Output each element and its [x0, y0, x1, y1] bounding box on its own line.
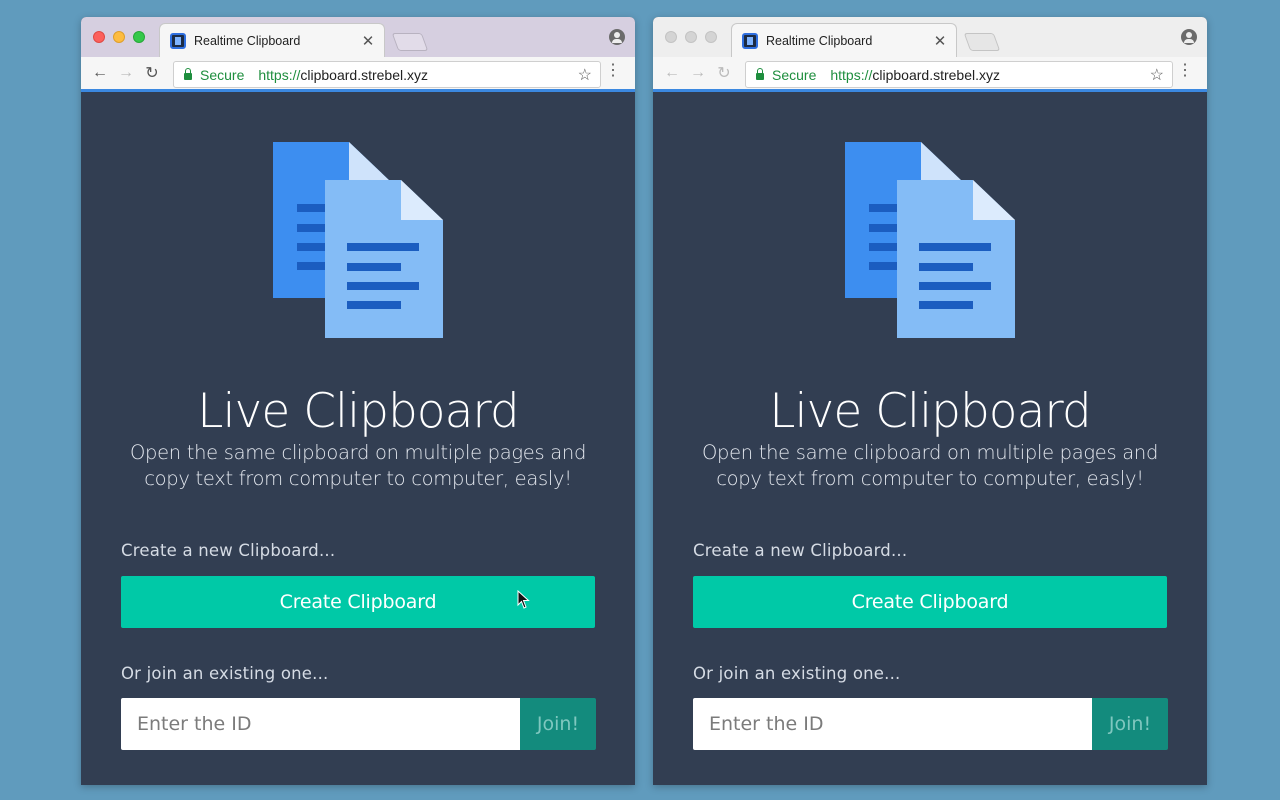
- profile-icon[interactable]: [609, 29, 625, 45]
- forward-arrow-icon[interactable]: →: [685, 64, 711, 82]
- profile-icon[interactable]: [1181, 29, 1197, 45]
- mouse-cursor-icon: [517, 590, 530, 609]
- page-title: Live Clipboard: [769, 384, 1091, 439]
- url-host: clipboard.strebel.xyz: [300, 66, 429, 83]
- back-arrow-icon[interactable]: ←: [659, 64, 685, 82]
- join-button[interactable]: Join!: [520, 698, 596, 750]
- join-label: Or join an existing one...: [121, 664, 329, 683]
- create-label: Create a new Clipboard...: [693, 541, 908, 560]
- page-subtitle: Open the same clipboard on multiple page…: [129, 441, 587, 490]
- lock-icon: [184, 68, 192, 80]
- close-icon[interactable]: ✕: [358, 32, 378, 50]
- browser-tab[interactable]: Realtime Clipboard ✕: [731, 23, 957, 57]
- clipboard-favicon-icon: [170, 32, 186, 49]
- new-tab-button[interactable]: [391, 33, 429, 51]
- browser-window-right: Realtime Clipboard ✕ ← → ↻ Secure https:…: [653, 17, 1207, 785]
- title-bar: Realtime Clipboard ✕: [653, 17, 1207, 57]
- reload-icon[interactable]: ↻: [139, 63, 165, 83]
- browser-window-left: Realtime Clipboard ✕ ← → ↻ Secure https:…: [81, 17, 635, 785]
- secure-label: Secure: [200, 66, 245, 83]
- browser-toolbar: ← → ↻ Secure https:// clipboard.strebel.…: [653, 57, 1207, 92]
- new-tab-button[interactable]: [963, 33, 1001, 51]
- documents-icon: [845, 142, 1015, 338]
- secure-label: Secure: [772, 66, 817, 83]
- tab-title: Realtime Clipboard: [194, 33, 301, 48]
- minimize-window-button[interactable]: [685, 31, 697, 43]
- window-controls: [93, 31, 145, 43]
- maximize-window-button[interactable]: [705, 31, 717, 43]
- close-window-button[interactable]: [93, 31, 105, 43]
- address-bar[interactable]: Secure https:// clipboard.strebel.xyz ☆: [173, 61, 601, 88]
- clipboard-favicon-icon: [742, 32, 758, 49]
- page-content: Live Clipboard Open the same clipboard o…: [653, 92, 1207, 785]
- url-scheme: https://: [258, 66, 301, 83]
- forward-arrow-icon[interactable]: →: [113, 64, 139, 82]
- browser-tab[interactable]: Realtime Clipboard ✕: [159, 23, 385, 57]
- clipboard-id-input[interactable]: [693, 698, 1092, 750]
- page-content: Live Clipboard Open the same clipboard o…: [81, 92, 635, 785]
- bookmark-star-icon[interactable]: ☆: [1150, 65, 1164, 85]
- reload-icon[interactable]: ↻: [711, 63, 737, 83]
- page-title: Live Clipboard: [197, 384, 519, 439]
- url-scheme: https://: [830, 66, 873, 83]
- close-icon[interactable]: ✕: [930, 32, 950, 50]
- minimize-window-button[interactable]: [113, 31, 125, 43]
- join-button[interactable]: Join!: [1092, 698, 1168, 750]
- lock-icon: [756, 68, 764, 80]
- browser-toolbar: ← → ↻ Secure https:// clipboard.strebel.…: [81, 57, 635, 92]
- maximize-window-button[interactable]: [133, 31, 145, 43]
- window-controls: [665, 31, 717, 43]
- menu-dots-icon[interactable]: ⋮: [605, 63, 621, 79]
- tab-title: Realtime Clipboard: [766, 33, 873, 48]
- page-subtitle: Open the same clipboard on multiple page…: [701, 441, 1159, 490]
- url-host: clipboard.strebel.xyz: [872, 66, 1001, 83]
- create-clipboard-button[interactable]: Create Clipboard: [693, 576, 1167, 628]
- menu-dots-icon[interactable]: ⋮: [1177, 63, 1193, 79]
- create-label: Create a new Clipboard...: [121, 541, 336, 560]
- join-label: Or join an existing one...: [693, 664, 901, 683]
- address-bar[interactable]: Secure https:// clipboard.strebel.xyz ☆: [745, 61, 1173, 88]
- close-window-button[interactable]: [665, 31, 677, 43]
- bookmark-star-icon[interactable]: ☆: [578, 65, 592, 85]
- clipboard-id-input[interactable]: [121, 698, 520, 750]
- documents-icon: [273, 142, 443, 338]
- title-bar: Realtime Clipboard ✕: [81, 17, 635, 57]
- back-arrow-icon[interactable]: ←: [87, 64, 113, 82]
